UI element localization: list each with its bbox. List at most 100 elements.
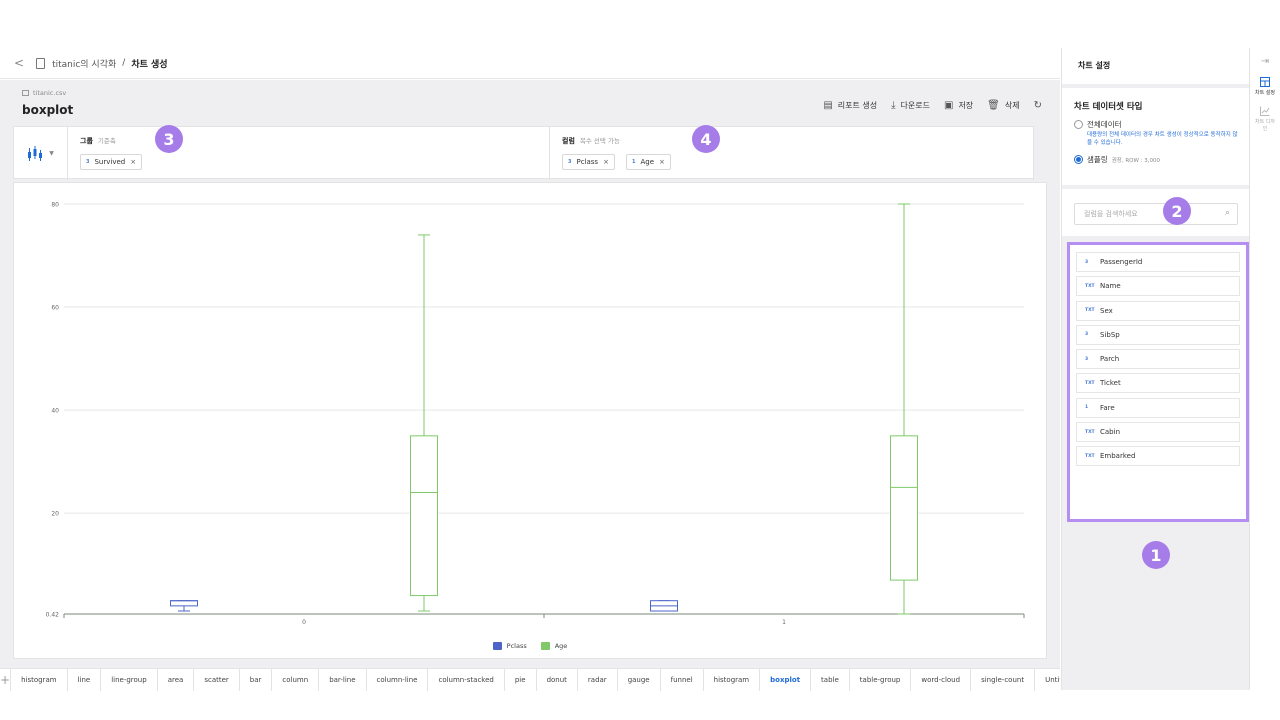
save-button[interactable]: ▣ 저장 xyxy=(944,100,973,111)
tab-gauge[interactable]: gauge xyxy=(618,669,661,691)
tab-table-group[interactable]: table-group xyxy=(850,669,912,691)
numeric-type-icon: 1 xyxy=(1085,405,1089,411)
tab-funnel[interactable]: funnel xyxy=(661,669,704,691)
download-label: 다운로드 xyxy=(900,101,930,110)
rail-chart-settings[interactable]: 차트 설정 xyxy=(1250,77,1280,96)
column-chip-age[interactable]: 1 Age × xyxy=(626,154,671,170)
tab-boxplot[interactable]: boxplot xyxy=(760,669,812,691)
group-title: 그룹 xyxy=(80,137,93,145)
save-label: 저장 xyxy=(958,101,974,110)
column-item-passengerid[interactable]: 3 PassengerId xyxy=(1076,252,1240,272)
tab-column[interactable]: column xyxy=(272,669,320,691)
tab-column-stacked[interactable]: column-stacked xyxy=(428,669,505,691)
tab-untitled[interactable]: Untitled xyxy=(1035,669,1060,691)
column-item-cabin[interactable]: TXT Cabin xyxy=(1076,422,1240,443)
text-type-icon: TXT xyxy=(1085,283,1095,289)
legend-item-pclass[interactable]: Pclass xyxy=(492,642,527,650)
radio-all-data[interactable]: 전체데이터 xyxy=(1074,119,1238,130)
column-name: Parch xyxy=(1100,355,1120,364)
back-icon[interactable]: < xyxy=(14,56,24,70)
x-tick-label: 0 xyxy=(302,619,306,626)
tab-radar[interactable]: radar xyxy=(578,669,618,691)
tab-histogram[interactable]: histogram xyxy=(11,669,68,691)
tab-histogram[interactable]: histogram xyxy=(704,669,761,691)
y-tick-label: 20 xyxy=(51,511,59,518)
tab-bar-line[interactable]: bar-line xyxy=(319,669,367,691)
box-pclass xyxy=(170,600,198,607)
column-name: Ticket xyxy=(1100,379,1121,388)
text-type-icon: TXT xyxy=(1085,308,1095,314)
chip-label: Pclass xyxy=(576,158,599,166)
box-age xyxy=(410,435,438,597)
report-icon: ▤ xyxy=(823,100,833,111)
file-label: titanic.csv xyxy=(22,89,66,97)
column-item-embarked[interactable]: TXT Embarked xyxy=(1076,446,1240,467)
column-item-sex[interactable]: TXT Sex xyxy=(1076,300,1240,321)
radio-label: 전체데이터 xyxy=(1087,120,1122,129)
text-type-icon: TXT xyxy=(1085,453,1095,459)
columns-label: 컬럼 복수 선택 가능 xyxy=(562,135,620,146)
download-icon: ⤓ xyxy=(891,100,896,111)
tab-donut[interactable]: donut xyxy=(537,669,578,691)
search-icon[interactable]: ⌕ xyxy=(1225,208,1230,218)
report-label: 리포트 생성 xyxy=(837,101,878,110)
tab-scatter[interactable]: scatter xyxy=(194,669,240,691)
close-icon[interactable]: × xyxy=(603,158,609,166)
chart-toolbar: ▤ 리포트 생성 ⤓ 다운로드 ▣ 저장 🗑 삭제 ↻ xyxy=(823,100,1042,111)
y-tick-label: 40 xyxy=(51,408,59,415)
tab-pie[interactable]: pie xyxy=(505,669,537,691)
refresh-button[interactable]: ↻ xyxy=(1034,100,1042,111)
tab-table[interactable]: table xyxy=(811,669,850,691)
column-search-input[interactable]: 컬럼을 검색하세요 ⌕ xyxy=(1074,203,1238,225)
tab-single-count[interactable]: single-count xyxy=(971,669,1036,691)
tab-area[interactable]: area xyxy=(158,669,195,691)
column-item-sibsp[interactable]: 3 SibSp xyxy=(1076,324,1240,345)
rail-label: 차트 디자인 xyxy=(1255,119,1275,132)
add-tab-icon[interactable]: + xyxy=(0,669,12,691)
column-name: PassengerId xyxy=(1100,258,1143,266)
numeric-type-icon: 3 xyxy=(1085,332,1089,338)
numeric-type-icon: 3 xyxy=(1085,356,1089,362)
save-icon: ▣ xyxy=(943,100,954,111)
boxplot-chart: 0.42 20 40 60 80 0 1 xyxy=(46,202,1025,626)
column-item-ticket[interactable]: TXT Ticket xyxy=(1076,373,1240,394)
tab-bar[interactable]: bar xyxy=(240,669,273,691)
download-button[interactable]: ⤓ 다운로드 xyxy=(891,100,930,111)
column-chip-pclass[interactable]: 3 Pclass × xyxy=(562,154,615,170)
breadcrumb-parent[interactable]: titanic의 시각화 xyxy=(52,57,116,70)
radio-icon-selected[interactable] xyxy=(1074,155,1083,165)
numeric-type-icon: 1 xyxy=(632,159,636,165)
chart-settings-panel: 차트 설정 차트 데이터셋 타입 전체데이터 대용량의 전체 데이터의 경우 차… xyxy=(1061,48,1250,690)
rail-chart-design[interactable]: 차트 디자인 xyxy=(1250,106,1280,132)
group-hint: 기준축 xyxy=(97,137,116,145)
main-area: titanic.csv boxplot ▤ 리포트 생성 ⤓ 다운로드 ▣ 저장 🗑 삭… xyxy=(0,80,1060,668)
tab-word-cloud[interactable]: word-cloud xyxy=(911,669,972,691)
numeric-type-icon: 3 xyxy=(568,159,572,165)
radio-sampling[interactable]: 샘플링 권장, ROW : 3,000 xyxy=(1074,154,1238,165)
delete-button[interactable]: 🗑 삭제 xyxy=(987,100,1019,111)
tab-column-line[interactable]: column-line xyxy=(367,669,429,691)
legend-item-age[interactable]: Age xyxy=(540,642,567,650)
close-icon[interactable]: × xyxy=(659,158,665,166)
column-item-fare[interactable]: 1 Fare xyxy=(1076,397,1240,418)
column-name: Embarked xyxy=(1100,452,1136,461)
radio-icon[interactable] xyxy=(1074,120,1083,129)
trash-icon: 🗑 xyxy=(987,100,1000,111)
column-item-parch[interactable]: 3 Parch xyxy=(1076,349,1240,370)
numeric-type-icon: 3 xyxy=(86,159,90,165)
tab-line[interactable]: line xyxy=(68,669,102,691)
close-icon[interactable]: × xyxy=(130,158,136,166)
report-button[interactable]: ▤ 리포트 생성 xyxy=(823,100,877,111)
legend-swatch xyxy=(492,642,502,650)
group-chip-survived[interactable]: 3 Survived × xyxy=(80,154,143,170)
breadcrumb-current: 차트 생성 xyxy=(131,59,168,70)
chart-type-selector[interactable]: ▼ xyxy=(14,127,68,180)
tab-line-group[interactable]: line-group xyxy=(101,669,158,691)
column-name: SibSp xyxy=(1100,330,1120,339)
chart-container: 0.42 20 40 60 80 0 1 Pclass Age xyxy=(13,182,1047,659)
column-item-name[interactable]: TXT Name xyxy=(1076,276,1240,297)
boxplot-type-icon xyxy=(28,145,43,161)
columns-title: 컬럼 xyxy=(562,137,575,145)
collapse-panel-icon[interactable]: ⇥ xyxy=(1250,56,1280,67)
columns-section: 컬럼 복수 선택 가능 3 Pclass × 1 Age × xyxy=(550,127,1034,180)
